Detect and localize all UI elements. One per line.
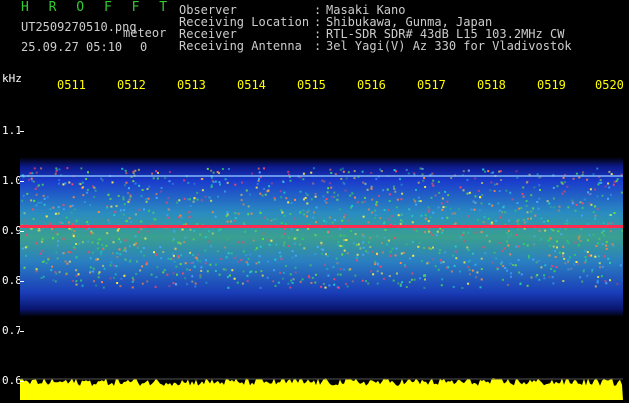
freq-label: 0.7 — [2, 324, 22, 337]
spectrogram-canvas — [20, 97, 623, 400]
unit-label: kHz — [2, 72, 22, 85]
meteor-label: meteor — [123, 26, 166, 40]
freq-label: 0.6 — [2, 374, 22, 387]
time-label: 0519 — [537, 78, 566, 92]
time-label: 0517 — [417, 78, 446, 92]
time-label: 0520 — [595, 78, 624, 92]
freq-label: 0.8 — [2, 274, 22, 287]
meteor-count: 0 — [140, 40, 147, 54]
info-value: 3el Yagi(V) Az 330 for Vladivostok — [326, 39, 572, 53]
y-tick — [20, 331, 24, 332]
freq-label: 1.0 — [2, 174, 22, 187]
freq-label: 0.9 — [2, 224, 22, 237]
spectrogram — [20, 97, 623, 400]
title: H R O F F T — [21, 0, 173, 15]
time-label: 0518 — [477, 78, 506, 92]
carrier-line — [20, 225, 623, 228]
y-tick — [20, 231, 24, 232]
upper-line — [20, 175, 623, 177]
time-label: 0514 — [237, 78, 266, 92]
info-label: Receiving Antenna — [179, 40, 314, 53]
freq-label: 1.1 — [2, 124, 22, 137]
info-separator: : — [314, 40, 326, 53]
y-tick — [20, 381, 24, 382]
time-label: 0511 — [57, 78, 86, 92]
time-label: 0516 — [357, 78, 386, 92]
info-antenna: Receiving Antenna:3el Yagi(V) Az 330 for… — [179, 40, 572, 53]
y-tick — [20, 181, 24, 182]
y-tick — [20, 131, 24, 132]
time-label: 0515 — [297, 78, 326, 92]
time-label: 0513 — [177, 78, 206, 92]
time-label: 0512 — [117, 78, 146, 92]
date-time: 25.09.27 05:10 — [21, 40, 122, 54]
y-tick — [20, 281, 24, 282]
filename: UT2509270510.png — [21, 20, 137, 34]
noise-floor — [20, 378, 623, 400]
